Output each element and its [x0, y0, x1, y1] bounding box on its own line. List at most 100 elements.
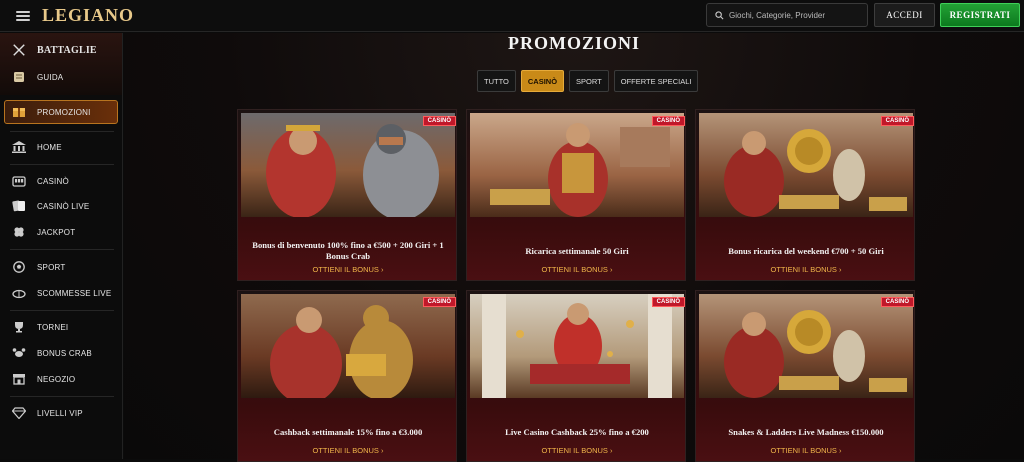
login-button[interactable]: ACCEDI [874, 3, 935, 27]
divider [10, 131, 114, 132]
logo[interactable]: LEGIANO [42, 5, 134, 26]
search-box[interactable] [706, 3, 868, 27]
sidebar-item-bonus-crab[interactable]: BONUS CRAB [0, 347, 123, 359]
sidebar-item-jackpot[interactable]: JACKPOT [0, 226, 123, 238]
scroll-icon [12, 71, 26, 83]
shop-icon [12, 373, 26, 385]
temple-icon [12, 141, 26, 153]
tab-offerte-speciali[interactable]: OFFERTE SPECIALI [613, 70, 699, 92]
crab-icon [12, 347, 26, 359]
sidebar-item-label: GUIDA [37, 72, 64, 82]
sidebar-item-label: PROMOZIONI [37, 107, 91, 117]
sidebar-item-casino-live[interactable]: CASINÒ LIVE [0, 200, 123, 212]
get-bonus-link[interactable]: OTTIENI IL BONUS › [696, 446, 914, 455]
filter-tabs: TUTTO CASINÒ SPORT OFFERTE SPECIALI [477, 70, 699, 92]
page-title: PROMOZIONI [507, 33, 640, 53]
sidebar-item-label: CASINÒ [37, 176, 69, 186]
get-bonus-label: OTTIENI IL BONUS [770, 265, 837, 274]
get-bonus-link[interactable]: OTTIENI IL BONUS › [467, 265, 685, 274]
get-bonus-link[interactable]: OTTIENI IL BONUS › [467, 446, 685, 455]
sidebar-item-label: TORNEI [37, 322, 69, 332]
promo-image [241, 294, 455, 398]
category-badge: CASINÒ [880, 116, 914, 126]
promo-image [699, 294, 913, 398]
sidebar-item-livelli-vip[interactable]: LIVELLI VIP [0, 407, 123, 419]
get-bonus-link[interactable]: OTTIENI IL BONUS › [238, 446, 456, 455]
promo-card[interactable]: CASINÒ Bonus di benvenuto 100% fino a €5… [237, 109, 457, 281]
slot-machine-icon [12, 175, 26, 187]
search-icon [715, 10, 724, 19]
sidebar-item-negozio[interactable]: NEGOZIO [0, 373, 123, 385]
sidebar-item-scommesse-live[interactable]: SCOMMESSE LIVE [0, 287, 123, 299]
get-bonus-label: OTTIENI IL BONUS [541, 265, 608, 274]
tab-casino[interactable]: CASINÒ [520, 70, 565, 92]
promo-image [470, 294, 684, 398]
promo-title: Bonus ricarica del weekend €700 + 50 Gir… [728, 246, 884, 256]
get-bonus-label: OTTIENI IL BONUS [541, 446, 608, 455]
sidebar: BATTAGLIE GUIDA PROMOZIONI HOME CASINÒ C… [0, 33, 123, 459]
category-badge: CASINÒ [880, 297, 914, 307]
chevron-right-icon: › [381, 446, 384, 455]
tab-tutto[interactable]: TUTTO [477, 70, 516, 92]
divider [10, 310, 114, 311]
tab-sport[interactable]: SPORT [569, 70, 609, 92]
get-bonus-label: OTTIENI IL BONUS [770, 446, 837, 455]
sidebar-item-promozioni[interactable]: PROMOZIONI [4, 100, 118, 124]
ball-icon [12, 261, 26, 273]
sidebar-item-battaglie[interactable]: BATTAGLIE [0, 44, 123, 56]
get-bonus-label: OTTIENI IL BONUS [312, 265, 379, 274]
divider [10, 164, 114, 165]
sidebar-item-home[interactable]: HOME [0, 141, 123, 153]
gift-icon [12, 106, 26, 118]
divider [10, 249, 114, 250]
sidebar-item-label: NEGOZIO [37, 374, 76, 384]
main-content: PROMOZIONI TUTTO CASINÒ SPORT OFFERTE SP… [124, 33, 1024, 462]
chevron-right-icon: › [839, 446, 842, 455]
register-button[interactable]: REGISTRATI [940, 3, 1020, 27]
trophy-icon [12, 321, 26, 333]
top-bar: LEGIANO ACCEDI REGISTRATI [0, 0, 1024, 32]
sidebar-item-label: SPORT [37, 262, 66, 272]
sidebar-item-label: SCOMMESSE LIVE [37, 288, 112, 298]
clover-icon [12, 226, 26, 238]
menu-icon[interactable] [16, 10, 30, 21]
category-badge: CASINÒ [422, 297, 456, 307]
search-input[interactable] [729, 10, 864, 20]
sidebar-item-label: HOME [37, 142, 62, 152]
promo-image [241, 113, 455, 217]
promo-image [699, 113, 913, 217]
stadium-icon [12, 287, 26, 299]
get-bonus-link[interactable]: OTTIENI IL BONUS › [238, 265, 456, 274]
sidebar-item-label: CASINÒ LIVE [37, 201, 90, 211]
sidebar-item-tornei[interactable]: TORNEI [0, 321, 123, 333]
category-badge: CASINÒ [651, 297, 685, 307]
category-badge: CASINÒ [651, 116, 685, 126]
chevron-right-icon: › [839, 265, 842, 274]
promo-title: Bonus di benvenuto 100% fino a €500 + 20… [252, 240, 444, 261]
promo-card[interactable]: CASINÒ Ricarica settimanale 50 Giri OTTI… [466, 109, 686, 281]
sidebar-item-guida[interactable]: GUIDA [0, 71, 123, 83]
sidebar-item-label: BATTAGLIE [37, 44, 97, 56]
chevron-right-icon: › [381, 265, 384, 274]
divider [10, 396, 114, 397]
promo-title: Snakes & Ladders Live Madness €150.000 [728, 427, 884, 437]
promo-card[interactable]: CASINÒ Cashback settimanale 15% fino a €… [237, 290, 457, 462]
diamond-icon [12, 407, 26, 419]
promo-card[interactable]: CASINÒ Live Casino Cashback 25% fino a €… [466, 290, 686, 462]
cards-icon [12, 200, 26, 212]
chevron-right-icon: › [610, 446, 613, 455]
promo-title: Live Casino Cashback 25% fino a €200 [505, 427, 649, 437]
get-bonus-link[interactable]: OTTIENI IL BONUS › [696, 265, 914, 274]
category-badge: CASINÒ [422, 116, 456, 126]
sidebar-item-label: BONUS CRAB [37, 348, 92, 358]
chevron-right-icon: › [610, 265, 613, 274]
promo-title: Ricarica settimanale 50 Giri [525, 246, 629, 256]
promo-title: Cashback settimanale 15% fino a €3.000 [273, 427, 423, 437]
sidebar-item-casino[interactable]: CASINÒ [0, 175, 123, 187]
crossed-swords-icon [12, 44, 26, 56]
promo-card[interactable]: CASINÒ Bonus ricarica del weekend €700 +… [695, 109, 915, 281]
sidebar-item-sport[interactable]: SPORT [0, 261, 123, 273]
promo-card[interactable]: CASINÒ Snakes & Ladders Live Madness €15… [695, 290, 915, 462]
sidebar-item-label: JACKPOT [37, 227, 76, 237]
promo-image [470, 113, 684, 217]
